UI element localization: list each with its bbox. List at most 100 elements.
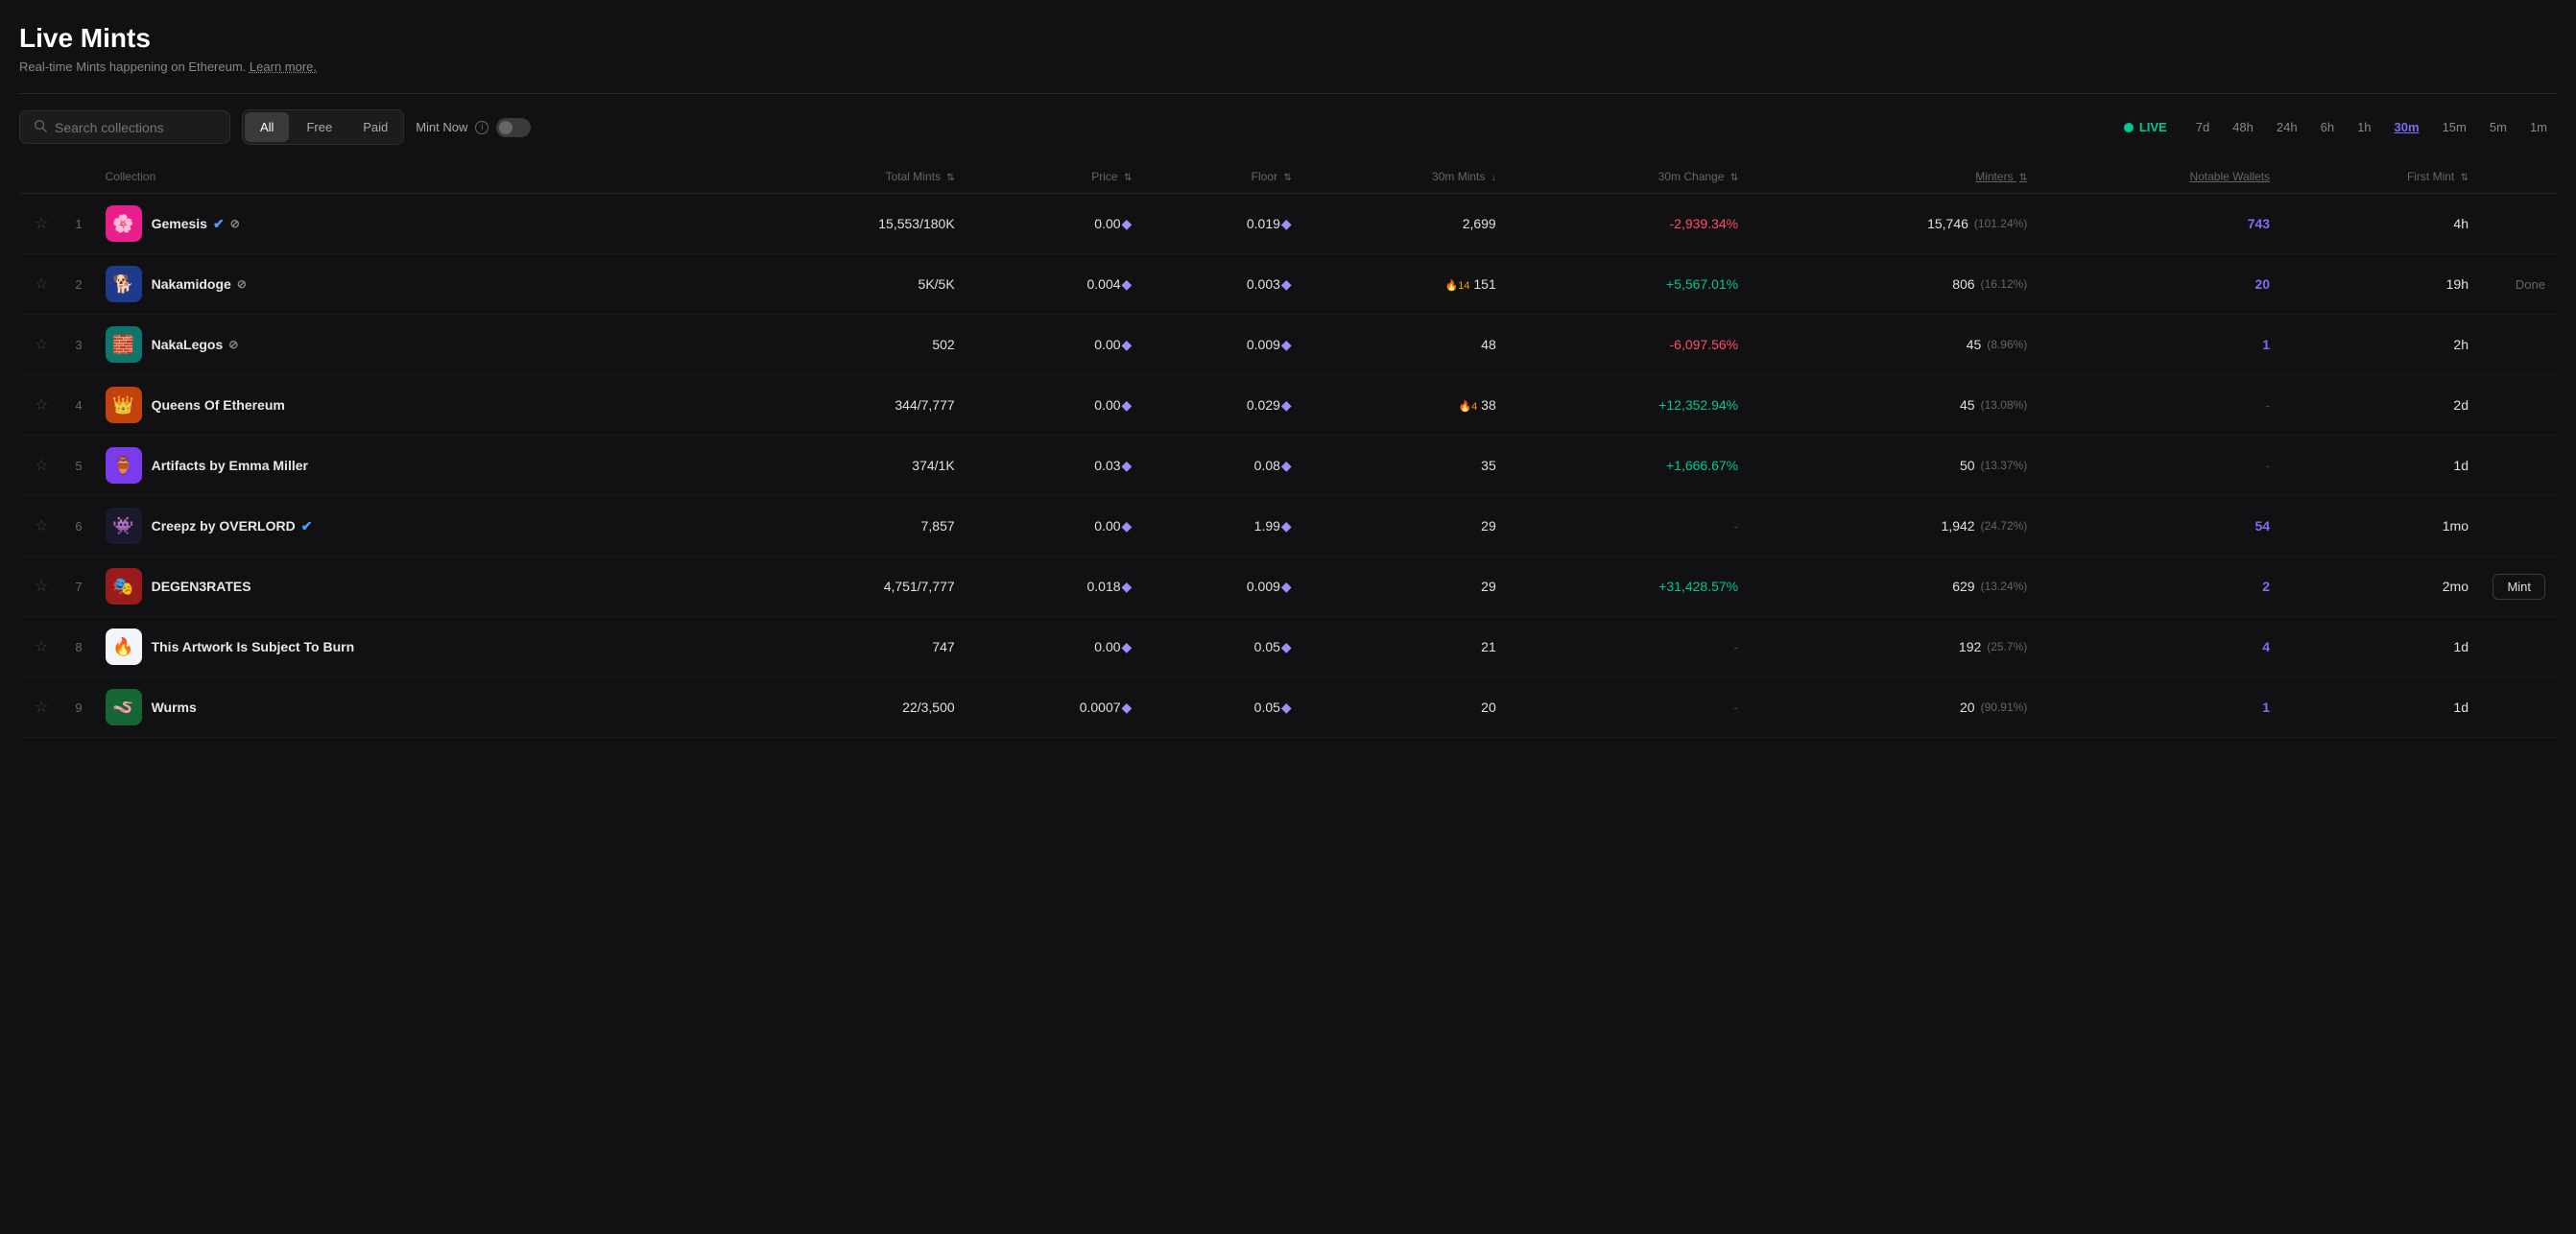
time-24h[interactable]: 24h	[2267, 115, 2307, 139]
price: 0.00◆	[966, 496, 1144, 557]
total-mints: 5K/5K	[733, 254, 966, 315]
row-rank: 7	[75, 580, 82, 594]
action-cell: Mint	[2480, 557, 2557, 617]
search-box	[19, 110, 230, 144]
time-48h[interactable]: 48h	[2223, 115, 2263, 139]
row-rank: 4	[75, 398, 82, 413]
total-mints: 15,553/180K	[733, 194, 966, 254]
action-cell	[2480, 375, 2557, 436]
live-dot	[2124, 123, 2134, 132]
learn-more-link[interactable]: Learn more.	[250, 59, 317, 74]
star-button-4[interactable]: ☆	[31, 456, 52, 475]
notable-wallets: -	[2039, 436, 2281, 496]
first-mint: 2d	[2281, 375, 2480, 436]
30m-change: -	[1508, 677, 1750, 738]
collection-cell: 🏺 Artifacts by Emma Miller	[106, 447, 722, 484]
table-row: ☆9 🪱 Wurms 22/3,5000.0007◆0.05◆20-20(90.…	[19, 677, 2557, 738]
30m-mints: 29	[1303, 557, 1508, 617]
30m-change: -2,939.34%	[1508, 194, 1750, 254]
col-30m-change[interactable]: 30m Change ⇅	[1508, 160, 1750, 194]
star-button-2[interactable]: ☆	[31, 335, 52, 354]
table-row: ☆7 🎭 DEGEN3RATES 4,751/7,7770.018◆0.009◆…	[19, 557, 2557, 617]
collection-avatar: 🧱	[106, 326, 142, 363]
30m-change: -	[1508, 617, 1750, 677]
time-5m[interactable]: 5m	[2480, 115, 2516, 139]
col-30m-mints[interactable]: 30m Mints ↓	[1303, 160, 1508, 194]
30m-mints: 21	[1303, 617, 1508, 677]
time-1h[interactable]: 1h	[2348, 115, 2380, 139]
minters: 50(13.37%)	[1750, 436, 2039, 496]
minters: 45(13.08%)	[1750, 375, 2039, 436]
star-button-8[interactable]: ☆	[31, 698, 52, 717]
col-price[interactable]: Price ⇅	[966, 160, 1144, 194]
col-first-mint[interactable]: First Mint ⇅	[2281, 160, 2480, 194]
col-collection[interactable]: Collection	[94, 160, 733, 194]
star-button-6[interactable]: ☆	[31, 577, 52, 596]
time-30m[interactable]: 30m	[2385, 115, 2429, 139]
filter-all-button[interactable]: All	[245, 112, 289, 142]
page-title: Live Mints	[19, 23, 2557, 54]
minters: 806(16.12%)	[1750, 254, 2039, 315]
price: 0.03◆	[966, 436, 1144, 496]
minters: 20(90.91%)	[1750, 677, 2039, 738]
30m-mints: 🔥14 151	[1303, 254, 1508, 315]
verified-icon: ✔	[213, 216, 225, 232]
collection-avatar: 🎭	[106, 568, 142, 605]
30m-change: +1,666.67%	[1508, 436, 1750, 496]
minters: 192(25.7%)	[1750, 617, 2039, 677]
30m-mints: 35	[1303, 436, 1508, 496]
table-row: ☆2 🐕 Nakamidoge ⊘ 5K/5K0.004◆0.003◆🔥14 1…	[19, 254, 2557, 315]
price: 0.00◆	[966, 375, 1144, 436]
collection-cell: 🐕 Nakamidoge ⊘	[106, 266, 722, 302]
star-button-3[interactable]: ☆	[31, 395, 52, 415]
collection-name: Nakamidoge ⊘	[152, 276, 247, 292]
notable-wallets: 1	[2039, 315, 2281, 375]
price: 0.018◆	[966, 557, 1144, 617]
30m-mints: 2,699	[1303, 194, 1508, 254]
action-cell	[2480, 436, 2557, 496]
time-6h[interactable]: 6h	[2311, 115, 2344, 139]
col-floor[interactable]: Floor ⇅	[1143, 160, 1302, 194]
collection-name: Wurms	[152, 700, 197, 715]
col-notable-wallets[interactable]: Notable Wallets	[2039, 160, 2281, 194]
col-minters[interactable]: Minters ⇅	[1750, 160, 2039, 194]
row-rank: 2	[75, 277, 82, 292]
info-icon: i	[475, 121, 489, 134]
mint-now-toggle[interactable]	[496, 118, 531, 137]
search-icon	[34, 119, 47, 135]
col-total-mints[interactable]: Total Mints ⇅	[733, 160, 966, 194]
tag-icon: ⊘	[237, 277, 247, 291]
30m-change: +31,428.57%	[1508, 557, 1750, 617]
time-1m[interactable]: 1m	[2520, 115, 2557, 139]
collection-name: Artifacts by Emma Miller	[152, 458, 308, 473]
floor: 0.029◆	[1143, 375, 1302, 436]
collection-name: This Artwork Is Subject To Burn	[152, 639, 355, 654]
total-mints: 374/1K	[733, 436, 966, 496]
floor: 0.003◆	[1143, 254, 1302, 315]
row-rank: 9	[75, 700, 82, 715]
star-button-5[interactable]: ☆	[31, 516, 52, 535]
table-row: ☆3 🧱 NakaLegos ⊘ 5020.00◆0.009◆48-6,097.…	[19, 315, 2557, 375]
first-mint: 4h	[2281, 194, 2480, 254]
action-cell: Done	[2480, 254, 2557, 315]
collection-avatar: 👾	[106, 508, 142, 544]
price: 0.00◆	[966, 315, 1144, 375]
notable-wallets: 54	[2039, 496, 2281, 557]
star-button-7[interactable]: ☆	[31, 637, 52, 656]
search-input[interactable]	[55, 120, 216, 135]
mint-button[interactable]: Mint	[2493, 574, 2545, 600]
collection-avatar: 🏺	[106, 447, 142, 484]
total-mints: 4,751/7,777	[733, 557, 966, 617]
notable-wallets: -	[2039, 375, 2281, 436]
fire-icon: 🔥4	[1458, 401, 1477, 413]
star-button-0[interactable]: ☆	[31, 214, 52, 233]
filter-free-button[interactable]: Free	[291, 112, 347, 142]
star-button-1[interactable]: ☆	[31, 274, 52, 294]
time-7d[interactable]: 7d	[2186, 115, 2219, 139]
collection-name: Creepz by OVERLORD ✔	[152, 518, 313, 534]
total-mints: 502	[733, 315, 966, 375]
filter-paid-button[interactable]: Paid	[347, 112, 403, 142]
floor: 1.99◆	[1143, 496, 1302, 557]
time-15m[interactable]: 15m	[2433, 115, 2476, 139]
table-row: ☆6 👾 Creepz by OVERLORD ✔ 7,8570.00◆1.99…	[19, 496, 2557, 557]
